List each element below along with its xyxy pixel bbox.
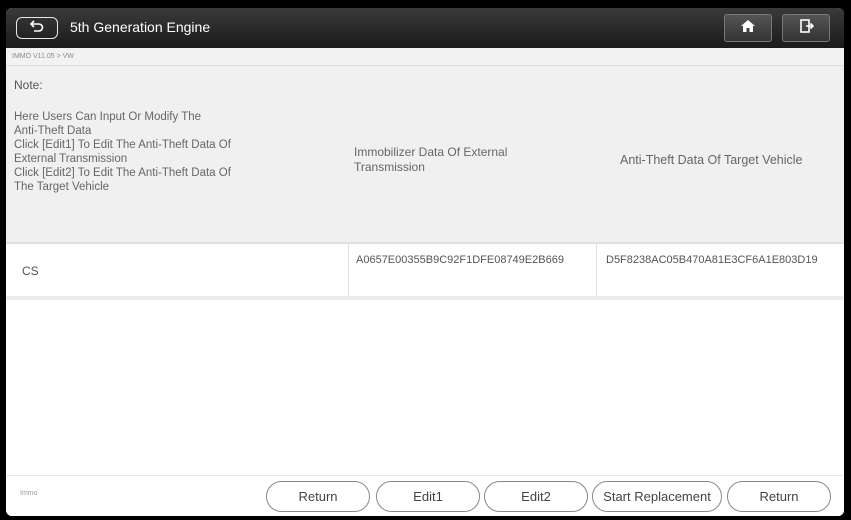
breadcrumb: IMMO V11.05 > VW <box>6 48 844 66</box>
app-window: 5th Generation Engine IMMO V11.05 > VW N… <box>6 8 844 516</box>
start-replacement-button[interactable]: Start Replacement <box>592 481 722 512</box>
edit2-button[interactable]: Edit2 <box>484 481 588 512</box>
note-label: Note: <box>14 78 43 92</box>
status-text: Immo <box>20 490 38 497</box>
back-icon <box>29 19 45 38</box>
cell-divider <box>348 244 349 296</box>
page-title: 5th Generation Engine <box>70 19 211 35</box>
return-button-secondary[interactable]: Return <box>727 481 831 512</box>
exit-icon <box>798 18 815 39</box>
row-name: CS <box>22 264 39 278</box>
home-icon <box>740 19 756 38</box>
cell-divider <box>596 244 597 296</box>
exit-button[interactable] <box>782 14 830 42</box>
column-header-external: Immobilizer Data Of External Transmissio… <box>354 145 508 174</box>
note-text: Here Users Can Input Or Modify The Anti-… <box>14 111 231 193</box>
table-header: Note: Here Users Can Input Or Modify The… <box>6 66 844 244</box>
bottom-toolbar: Immo Return Edit1 Edit2 Start Replacemen… <box>6 475 844 516</box>
main-content: Note: Here Users Can Input Or Modify The… <box>6 66 844 475</box>
back-button[interactable] <box>16 17 58 39</box>
return-button[interactable]: Return <box>266 481 370 512</box>
table-row[interactable]: CS A0657E00355B9C92F1DFE08749E2B669 D5F8… <box>6 244 844 300</box>
column-header-target: Anti-Theft Data Of Target Vehicle <box>620 153 803 167</box>
title-bar: 5th Generation Engine <box>6 8 844 48</box>
target-data-cell: D5F8238AC05B470A81E3CF6A1E803D19 <box>606 254 818 266</box>
external-data-cell: A0657E00355B9C92F1DFE08749E2B669 <box>356 254 564 266</box>
home-button[interactable] <box>724 14 772 42</box>
edit1-button[interactable]: Edit1 <box>376 481 480 512</box>
